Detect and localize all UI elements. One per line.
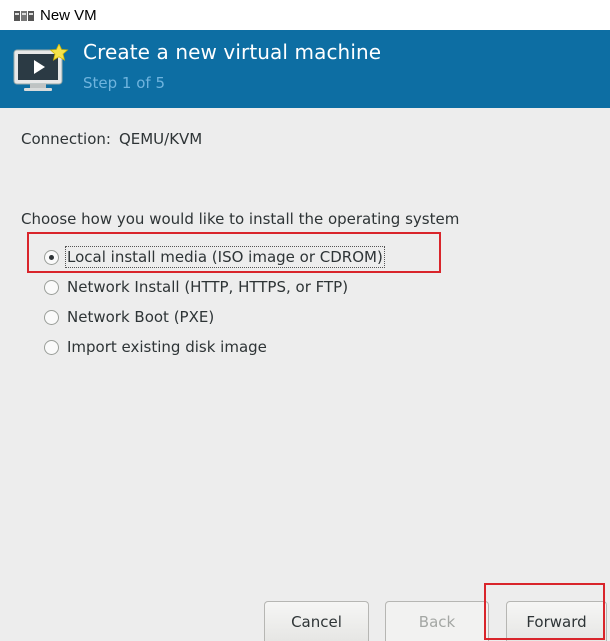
wizard-header: Create a new virtual machine Step 1 of 5: [0, 30, 610, 108]
option-network-boot[interactable]: Network Boot (PXE): [44, 302, 383, 332]
option-local-media-label: Local install media (ISO image or CDROM): [65, 246, 385, 268]
radio-local-media[interactable]: [44, 249, 59, 265]
option-import-disk[interactable]: Import existing disk image: [44, 332, 383, 362]
connection-row: Connection: QEMU/KVM: [21, 130, 202, 148]
connection-value: QEMU/KVM: [118, 130, 203, 148]
radio-network-install[interactable]: [44, 279, 59, 295]
option-network-boot-label: Network Boot (PXE): [67, 308, 215, 326]
wizard-title: Create a new virtual machine: [83, 40, 382, 64]
back-button[interactable]: Back: [385, 601, 489, 641]
option-network-install[interactable]: Network Install (HTTP, HTTPS, or FTP): [44, 272, 383, 302]
option-import-disk-label: Import existing disk image: [67, 338, 267, 356]
option-network-install-label: Network Install (HTTP, HTTPS, or FTP): [67, 278, 349, 296]
monitor-new-icon: [12, 43, 70, 100]
connection-label: Connection:: [21, 130, 111, 148]
forward-button[interactable]: Forward: [506, 601, 607, 641]
wizard-step: Step 1 of 5: [83, 74, 166, 92]
window-titlebar: New VM: [0, 0, 610, 30]
install-method-prompt: Choose how you would like to install the…: [21, 210, 460, 228]
option-local-media[interactable]: Local install media (ISO image or CDROM): [44, 242, 385, 272]
window-title: New VM: [40, 6, 97, 24]
virt-manager-icon: [14, 9, 34, 21]
install-method-group: Local install media (ISO image or CDROM)…: [44, 242, 385, 362]
radio-import-disk[interactable]: [44, 339, 59, 355]
radio-network-boot[interactable]: [44, 309, 59, 325]
cancel-button[interactable]: Cancel: [264, 601, 369, 641]
